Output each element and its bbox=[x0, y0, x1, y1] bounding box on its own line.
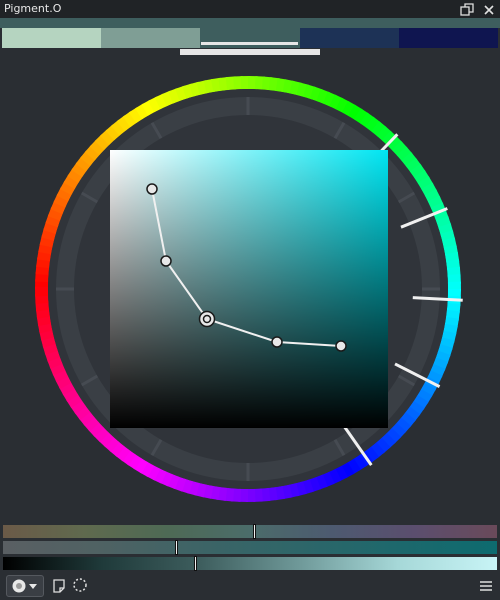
hamburger-menu-icon[interactable] bbox=[479, 578, 493, 597]
saturation-slider-thumb[interactable] bbox=[174, 540, 178, 555]
color-wheel-panel bbox=[2, 58, 498, 520]
harmony-point[interactable] bbox=[335, 340, 347, 352]
note-icon[interactable] bbox=[52, 578, 66, 597]
hue-slider[interactable] bbox=[3, 524, 497, 539]
current-color-strip bbox=[0, 18, 500, 28]
palette-swatch[interactable] bbox=[299, 28, 399, 48]
dotted-circle-icon[interactable] bbox=[72, 577, 88, 597]
active-harmony-point[interactable] bbox=[198, 310, 216, 328]
selected-swatch-indicator bbox=[201, 42, 298, 45]
harmony-point[interactable] bbox=[146, 183, 158, 195]
bottom-toolbar bbox=[0, 572, 500, 600]
title-bar: Pigment.O bbox=[0, 0, 500, 18]
value-slider[interactable] bbox=[3, 556, 497, 571]
mode-dropdown-button[interactable] bbox=[6, 575, 44, 597]
color-harmony-palette bbox=[2, 28, 499, 48]
harmony-point[interactable] bbox=[271, 336, 283, 348]
color-wheel-svg[interactable] bbox=[2, 58, 498, 520]
palette-swatch[interactable] bbox=[398, 28, 499, 48]
float-window-icon[interactable] bbox=[460, 2, 474, 16]
palette-swatch[interactable] bbox=[101, 28, 201, 48]
wheel-mode-icon bbox=[12, 579, 37, 593]
palette-swatch[interactable] bbox=[200, 28, 300, 48]
saturation-slider[interactable] bbox=[3, 540, 497, 555]
hue-slider-thumb[interactable] bbox=[253, 524, 257, 539]
close-icon[interactable] bbox=[482, 2, 496, 16]
value-slider-thumb[interactable] bbox=[194, 556, 198, 571]
harmony-point[interactable] bbox=[160, 255, 172, 267]
palette-swatch[interactable] bbox=[2, 28, 102, 48]
palette-selection-bar bbox=[180, 49, 320, 55]
window-title: Pigment.O bbox=[4, 2, 62, 15]
